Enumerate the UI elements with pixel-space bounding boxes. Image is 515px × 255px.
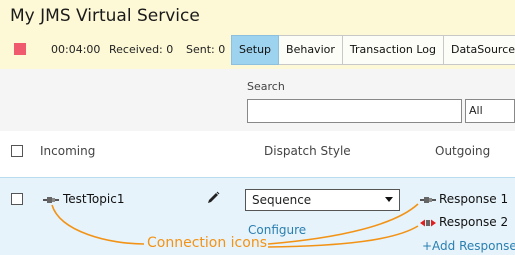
search-label: Search — [247, 80, 285, 93]
tab-setup[interactable]: Setup — [231, 35, 280, 65]
connection-icon — [43, 197, 59, 203]
column-dispatch-style: Dispatch Style — [264, 144, 351, 158]
annotation-label: Connection icons — [147, 235, 267, 251]
tab-behavior[interactable]: Behavior — [279, 35, 343, 65]
connection-icon — [420, 197, 436, 203]
received-count: Received: 0 — [109, 43, 174, 56]
filter-select[interactable]: All — [465, 99, 515, 123]
disconnected-connection-icon — [420, 219, 436, 227]
tab-bar: Setup Behavior Transaction Log DataSourc… — [231, 35, 515, 65]
tab-datasources[interactable]: DataSources — [443, 35, 515, 65]
service-title: My JMS Virtual Service — [10, 6, 200, 26]
stop-icon[interactable] — [14, 43, 26, 55]
incoming-topic: TestTopic1 — [63, 192, 125, 206]
elapsed-timer: 00:04:00 — [51, 43, 101, 56]
add-response-link[interactable]: +Add Response — [422, 239, 515, 253]
search-input[interactable] — [247, 99, 462, 123]
response-2[interactable]: Response 2 — [439, 215, 508, 229]
select-all-checkbox[interactable] — [11, 145, 23, 157]
dispatch-style-select[interactable]: Sequence — [245, 189, 400, 211]
chevron-down-icon — [385, 197, 393, 202]
dispatch-style-value: Sequence — [252, 193, 312, 207]
sent-count: Sent: 0 — [186, 43, 226, 56]
tab-transaction-log[interactable]: Transaction Log — [342, 35, 444, 65]
column-incoming: Incoming — [40, 144, 96, 158]
pencil-icon[interactable] — [205, 190, 221, 206]
row-checkbox[interactable] — [11, 193, 23, 205]
column-outgoing: Outgoing — [435, 144, 491, 158]
response-1[interactable]: Response 1 — [439, 192, 508, 206]
